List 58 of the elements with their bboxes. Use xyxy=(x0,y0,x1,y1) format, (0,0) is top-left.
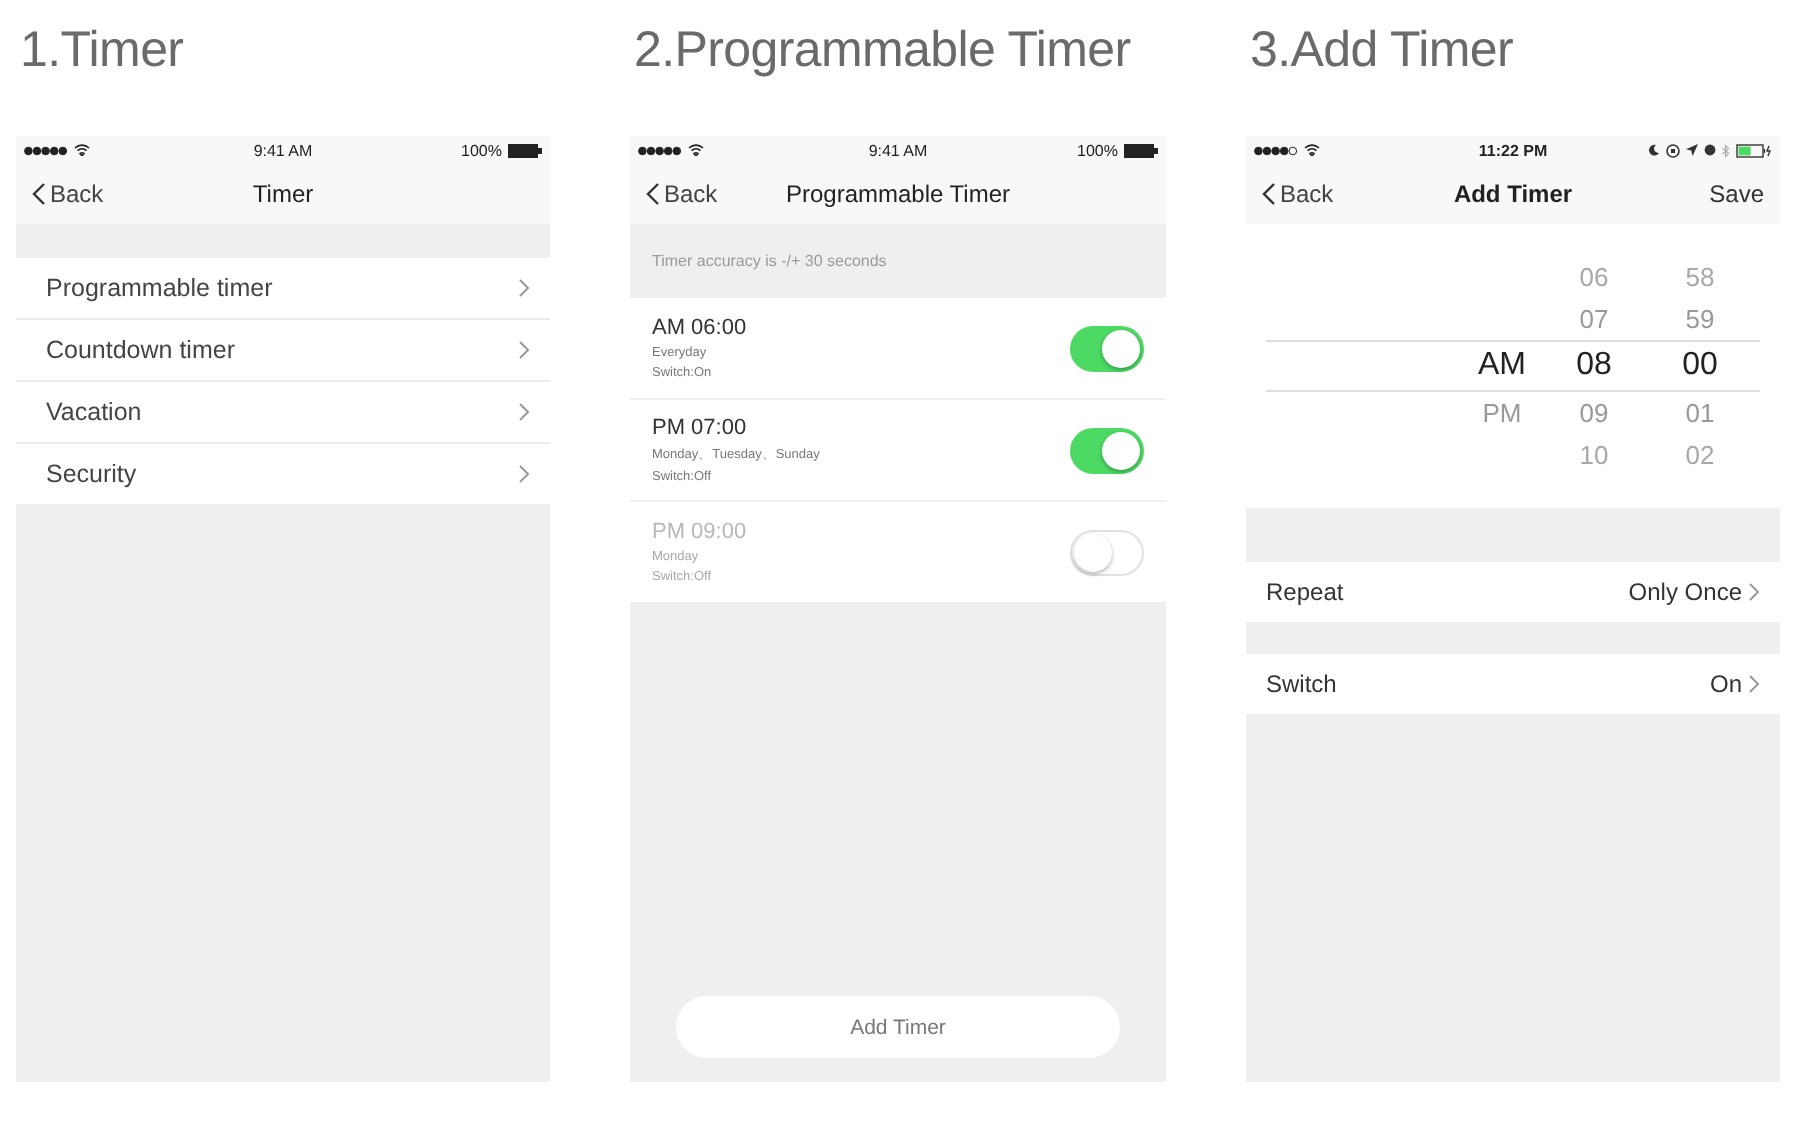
accuracy-note: Timer accuracy is -/+ 30 seconds xyxy=(650,250,889,274)
chevron-icon xyxy=(518,278,530,298)
timer-time: PM 09:00 xyxy=(652,520,747,544)
battery-icon xyxy=(1124,143,1158,157)
status-time: 9:41 AM xyxy=(868,141,928,159)
screen-title: Add Timer xyxy=(1453,180,1573,208)
menu-item[interactable]: Vacation xyxy=(16,382,550,444)
setting-value: On xyxy=(1709,670,1742,698)
screen-title: Programmable Timer xyxy=(785,180,1011,208)
screen-title: Timer xyxy=(252,180,314,208)
picker-value[interactable]: AM xyxy=(1478,348,1526,384)
rotation-lock-icon xyxy=(1666,143,1680,157)
setting-row[interactable]: Switch On xyxy=(1246,654,1780,714)
chevron-left-icon xyxy=(1262,182,1276,206)
menu-item[interactable]: Countdown timer xyxy=(16,320,550,382)
picker-value[interactable]: 08 xyxy=(1576,348,1612,384)
back-button[interactable]: Back xyxy=(1262,180,1334,208)
signal-icon xyxy=(24,145,68,155)
timer-time: PM 07:00 xyxy=(652,416,749,440)
chevron-left-icon xyxy=(646,182,660,206)
chevron-left-icon xyxy=(32,182,46,206)
setting-label: Repeat xyxy=(1266,578,1344,606)
chevron-icon xyxy=(1748,582,1760,602)
chevron-icon xyxy=(518,464,530,484)
battery-icon xyxy=(1736,143,1772,157)
location-icon xyxy=(1686,144,1698,156)
chevron-icon xyxy=(518,340,530,360)
wifi-icon xyxy=(74,144,90,156)
step-heading: 1.Timer xyxy=(18,20,186,82)
step-heading: 2.Programmable Timer xyxy=(632,20,1133,82)
save-button[interactable]: Save xyxy=(1709,180,1764,208)
battery-percent: 100% xyxy=(1077,141,1118,159)
status-time: 9:41 AM xyxy=(253,141,313,159)
setting-row[interactable]: Repeat Only Once xyxy=(1246,562,1780,622)
menu-item[interactable]: Security xyxy=(16,444,550,506)
chevron-icon xyxy=(518,402,530,422)
step-heading: 3.Add Timer xyxy=(1248,20,1515,82)
timer-time: AM 06:00 xyxy=(652,316,747,340)
back-button[interactable]: Back xyxy=(646,180,718,208)
battery-percent: 100% xyxy=(461,141,502,159)
chevron-icon xyxy=(1748,674,1760,694)
time-picker[interactable]: 06 58 07 59 AM 08 00 PM 09 01 10 02 xyxy=(1246,224,1780,508)
add-timer-button[interactable]: Add Timer xyxy=(676,996,1120,1058)
back-button[interactable]: Back xyxy=(32,180,104,208)
battery-icon xyxy=(508,143,542,157)
status-time: 11:22 PM xyxy=(1478,141,1548,159)
menu-item[interactable]: Programmable timer xyxy=(16,258,550,320)
wifi-icon xyxy=(688,144,704,156)
setting-value: Only Once xyxy=(1628,578,1742,606)
toggle-switch[interactable] xyxy=(1070,325,1144,371)
picker-value[interactable]: 00 xyxy=(1682,348,1718,384)
signal-icon xyxy=(638,145,682,155)
wifi-icon xyxy=(1304,144,1320,156)
moon-icon xyxy=(1648,144,1660,156)
bluetooth-icon xyxy=(1722,143,1730,157)
toggle-switch[interactable] xyxy=(1070,427,1144,473)
setting-label: Switch xyxy=(1266,670,1337,698)
signal-icon xyxy=(1254,145,1298,155)
